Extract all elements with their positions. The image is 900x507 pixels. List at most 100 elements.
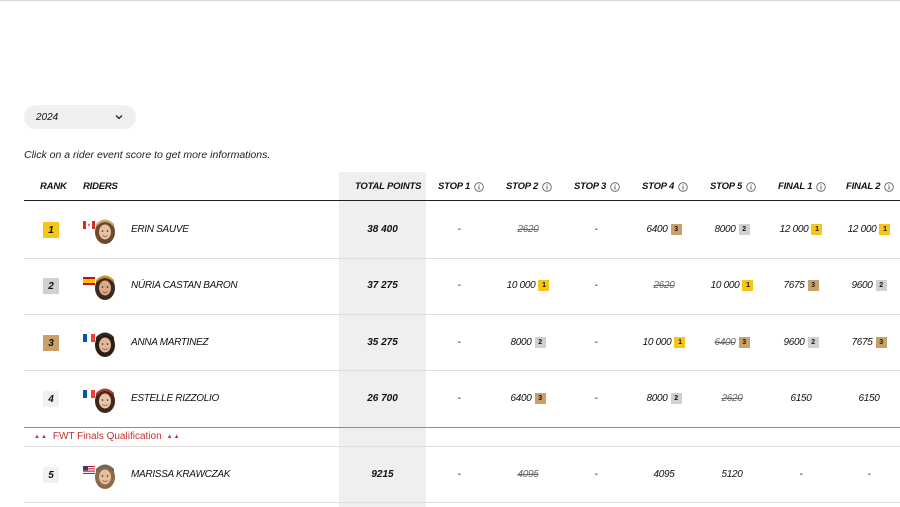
rider-name[interactable]: Núria Castan Baron: [131, 280, 238, 291]
info-icon[interactable]: [610, 181, 620, 192]
score-value: 2620: [653, 280, 675, 291]
event-score[interactable]: 9600 2: [767, 337, 835, 348]
event-score: -: [425, 224, 493, 235]
rank-badge: 2: [43, 278, 59, 294]
info-icon[interactable]: [474, 181, 484, 192]
event-score[interactable]: 2620: [698, 393, 766, 404]
event-score: -: [425, 280, 493, 291]
placement-badge: 1: [811, 224, 823, 235]
info-icon[interactable]: [884, 181, 895, 192]
info-icon[interactable]: [816, 181, 827, 192]
event-score[interactable]: 4095: [494, 469, 562, 480]
event-score[interactable]: 7675 3: [835, 337, 900, 348]
event-score[interactable]: 4095: [630, 469, 698, 480]
placement-badge: 1: [742, 280, 754, 291]
score-value: 10 000: [710, 280, 740, 291]
event-score: -: [767, 469, 835, 480]
score-value: 4095: [517, 469, 539, 480]
info-icon[interactable]: [678, 181, 688, 192]
rider-name[interactable]: Anna Martinez: [131, 337, 209, 348]
event-score: -: [425, 337, 493, 348]
column-header-stop3[interactable]: STOP 3: [574, 181, 620, 192]
event-score[interactable]: 2620: [630, 280, 698, 291]
event-score[interactable]: 8000 2: [630, 393, 698, 404]
row-divider: [24, 314, 900, 315]
rider-avatar[interactable]: [93, 385, 117, 413]
rank-badge: 3: [43, 335, 59, 351]
year-select[interactable]: 2024: [24, 105, 136, 129]
event-score[interactable]: 6150: [835, 393, 900, 404]
score-value: -: [867, 469, 871, 480]
event-score[interactable]: 10 000 1: [494, 280, 562, 291]
event-score[interactable]: 12 000 1: [835, 224, 900, 235]
canada-flag: [83, 216, 95, 229]
qualification-line: [24, 427, 900, 428]
event-score[interactable]: 8000 2: [698, 224, 766, 235]
info-icon[interactable]: [542, 181, 552, 192]
score-value: 8000: [510, 337, 532, 348]
placement-badge: 3: [738, 337, 750, 348]
event-score: -: [562, 224, 630, 235]
info-icon[interactable]: [746, 181, 756, 192]
score-value: 6400: [714, 337, 736, 348]
score-value: -: [457, 469, 461, 480]
score-value: -: [457, 337, 461, 348]
score-value: 9600: [851, 280, 873, 291]
total-points: 9215: [371, 469, 394, 480]
column-header-stop5[interactable]: STOP 5: [710, 181, 756, 192]
column-header-stop4[interactable]: STOP 4: [642, 181, 688, 192]
placement-badge: 1: [674, 337, 686, 348]
rider-avatar[interactable]: [93, 461, 117, 489]
column-header-final2[interactable]: FINAL 2: [846, 181, 895, 192]
score-value: -: [457, 393, 461, 404]
rider-name[interactable]: Estelle Rizzolio: [131, 393, 219, 404]
score-value: 10 000: [642, 337, 672, 348]
event-score[interactable]: 7675 3: [767, 280, 835, 291]
arrow-up-icon: ▲▲: [166, 433, 181, 440]
rider-name[interactable]: Marissa Krawczak: [131, 469, 230, 480]
event-score[interactable]: 9600 2: [835, 280, 900, 291]
placement-badge: 2: [738, 224, 750, 235]
event-score[interactable]: 6400 3: [494, 393, 562, 404]
rider-avatar[interactable]: [93, 272, 117, 300]
column-header-stop2[interactable]: STOP 2: [506, 181, 552, 192]
score-value: 12 000: [847, 224, 877, 235]
event-score: -: [562, 337, 630, 348]
event-score[interactable]: 10 000 1: [630, 337, 698, 348]
event-score[interactable]: 12 000 1: [767, 224, 835, 235]
france-flag: [83, 329, 95, 342]
event-score[interactable]: 5120: [698, 469, 766, 480]
event-score[interactable]: 10 000 1: [698, 280, 766, 291]
row-divider: [24, 446, 900, 447]
score-value: 6150: [790, 393, 812, 404]
score-value: 6400: [646, 224, 668, 235]
event-score: -: [562, 469, 630, 480]
column-header-final1[interactable]: FINAL 1: [778, 181, 827, 192]
placement-badge: 2: [875, 280, 887, 291]
event-score[interactable]: 6400 3: [630, 224, 698, 235]
chevron-down-icon: [115, 115, 123, 120]
event-score[interactable]: 6400 3: [698, 337, 766, 348]
rider-avatar[interactable]: [93, 216, 117, 244]
event-score[interactable]: 6150: [767, 393, 835, 404]
event-score: -: [562, 393, 630, 404]
row-divider: [24, 258, 900, 259]
column-header-total-points: TOTAL POINTS: [355, 181, 422, 192]
event-score[interactable]: 2620: [494, 224, 562, 235]
score-value: 9600: [783, 337, 805, 348]
rank-badge: 1: [43, 222, 59, 238]
placement-badge: 2: [534, 337, 546, 348]
column-header-stop1[interactable]: STOP 1: [438, 181, 484, 192]
event-score: -: [425, 393, 493, 404]
usa-flag: [83, 461, 95, 474]
top-divider: [0, 0, 900, 1]
row-divider: [24, 370, 900, 371]
rider-avatar[interactable]: [93, 329, 117, 357]
header-divider: [24, 200, 900, 201]
placement-badge: 2: [670, 393, 682, 404]
rank-badge: 4: [43, 391, 59, 407]
rider-name[interactable]: Erin Sauve: [131, 224, 189, 235]
spain-flag: [83, 272, 95, 285]
placement-badge: 3: [670, 224, 682, 235]
event-score[interactable]: 8000 2: [494, 337, 562, 348]
